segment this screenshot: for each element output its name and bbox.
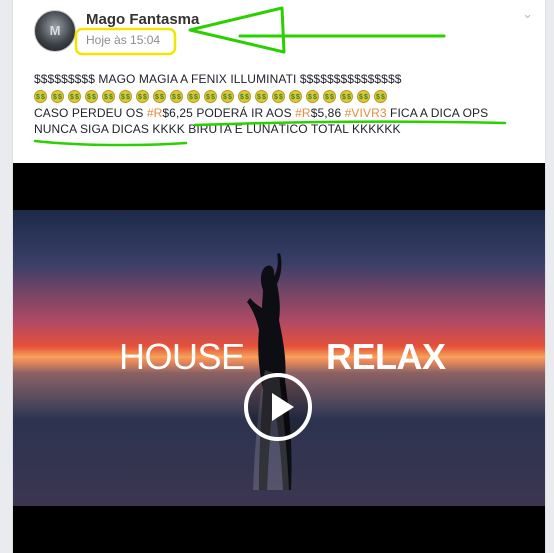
- post-line-4: NUNCA SIGA DICAS KKKK BIRUTA E LUNÁTICO …: [34, 122, 401, 136]
- play-button[interactable]: [244, 373, 312, 441]
- money-mouth-face-emoji: [238, 89, 251, 106]
- hashtag-link[interactable]: #R: [147, 106, 163, 120]
- money-mouth-face-emoji: [374, 89, 387, 106]
- post-line-3-part-c: $5,86: [310, 105, 345, 120]
- money-mouth-face-emoji: [136, 89, 149, 106]
- avatar-letter: M: [49, 23, 61, 38]
- post-line-3-part-d: FICA A DICA OPS: [386, 105, 489, 120]
- money-mouth-face-emoji: [221, 89, 234, 106]
- video-title-left: HOUSE: [119, 336, 245, 377]
- play-icon: [272, 393, 294, 421]
- emoji-row: [34, 88, 539, 106]
- money-mouth-face-emoji: [340, 89, 353, 106]
- post-line-1: $$$$$$$$$ MAGO MAGIA A FENIX ILLUMINATI …: [34, 72, 402, 86]
- money-mouth-face-emoji: [255, 89, 268, 106]
- post-author[interactable]: Mago Fantasma: [86, 11, 199, 28]
- money-mouth-face-emoji: [289, 89, 302, 106]
- money-mouth-face-emoji: [119, 89, 132, 106]
- video-player[interactable]: HOUSE RELAX: [13, 163, 545, 553]
- hashtag-link[interactable]: #VIVR3: [345, 106, 387, 120]
- hashtag-link[interactable]: #R: [295, 106, 311, 120]
- post-line-3-part-a: CASO PERDEU OS: [34, 105, 147, 120]
- avatar[interactable]: M: [34, 10, 76, 52]
- post-line-3: CASO PERDEU OS #R$6,25 PODERÁ IR AOS #R$…: [34, 105, 539, 122]
- money-mouth-face-emoji: [170, 89, 183, 106]
- post-line-3-part-b: $6,25 PODERÁ IR AOS: [162, 105, 296, 120]
- money-mouth-face-emoji: [306, 89, 319, 106]
- post-text: $$$$$$$$$ MAGO MAGIA A FENIX ILLUMINATI …: [34, 71, 539, 138]
- money-mouth-face-emoji: [357, 89, 370, 106]
- money-mouth-face-emoji: [323, 89, 336, 106]
- money-mouth-face-emoji: [187, 89, 200, 106]
- money-mouth-face-emoji: [85, 89, 98, 106]
- chevron-down-icon[interactable]: ⌄: [522, 6, 533, 22]
- money-mouth-face-emoji: [34, 89, 47, 106]
- money-mouth-face-emoji: [51, 89, 64, 106]
- post-timestamp[interactable]: Hoje às 15:04: [86, 33, 160, 47]
- money-mouth-face-emoji: [102, 89, 115, 106]
- money-mouth-face-emoji: [272, 89, 285, 106]
- money-mouth-face-emoji: [204, 89, 217, 106]
- post-card: M Mago Fantasma Hoje às 15:04 ⌄ $$$$$$$$…: [12, 0, 546, 553]
- money-mouth-face-emoji: [153, 89, 166, 106]
- money-mouth-face-emoji: [68, 89, 81, 106]
- video-thumbnail[interactable]: HOUSE RELAX: [13, 210, 545, 506]
- video-title-right: RELAX: [326, 336, 446, 377]
